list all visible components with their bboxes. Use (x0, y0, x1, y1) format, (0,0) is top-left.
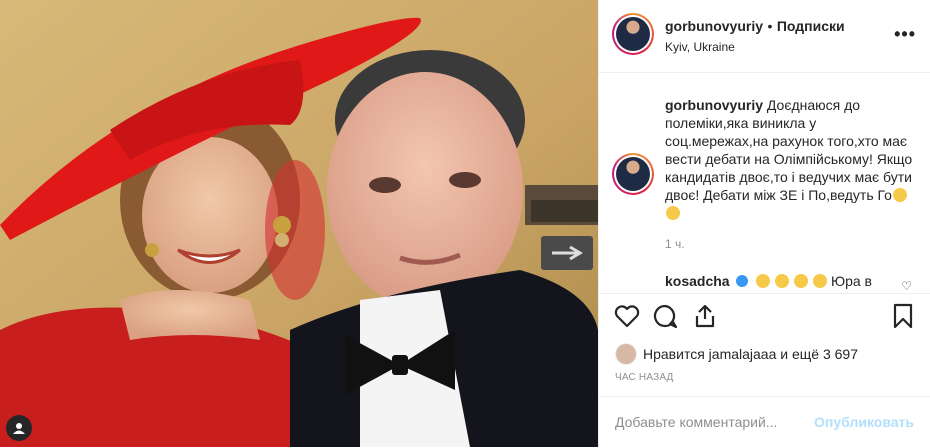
post-location[interactable]: Kyiv, Ukraine (665, 40, 845, 54)
comment-input[interactable]: Добавьте комментарий... (615, 414, 777, 430)
author-avatar[interactable] (612, 13, 654, 55)
smile-emoji-icon (892, 188, 907, 202)
more-options-icon[interactable]: ••• (894, 24, 916, 45)
post-photo[interactable] (0, 0, 598, 447)
author-username[interactable]: gorbunovyuriy (665, 18, 763, 34)
comment-icon[interactable] (651, 302, 679, 330)
likes-text[interactable]: Нравится jamalajaaa и ещё 3 697 (643, 346, 858, 362)
post-sidebar: gorbunovyuriy • Подписки Kyiv, Ukraine •… (598, 0, 930, 447)
laughing-emoji-icon (756, 274, 771, 288)
laughing-emoji-icon (794, 274, 809, 288)
post-header: gorbunovyuriy • Подписки Kyiv, Ukraine •… (599, 0, 930, 73)
laughing-emoji-icon (775, 274, 790, 288)
comment-like-icon[interactable]: ♡ (901, 279, 912, 293)
add-comment-bar: Добавьте комментарий... Опубликовать (599, 396, 930, 448)
action-bar (599, 293, 930, 344)
caption-username[interactable]: gorbunovyuriy (665, 97, 763, 113)
save-bookmark-icon[interactable] (889, 302, 917, 330)
comment-text: Юра в (830, 273, 872, 289)
post-timestamp[interactable]: ЧАС НАЗАД (615, 372, 674, 383)
caption-avatar[interactable] (612, 153, 654, 195)
liker-avatar[interactable] (615, 343, 637, 365)
following-button[interactable]: Подписки (777, 18, 845, 34)
smile-emoji-icon (666, 206, 680, 220)
post-image (0, 0, 598, 447)
verified-badge-icon (736, 275, 749, 287)
comments-section: gorbunovyuriy Доєднаюся до полеміки,яка … (599, 73, 930, 293)
share-icon[interactable] (691, 302, 719, 330)
tagged-users-icon[interactable] (6, 415, 32, 441)
separator-dot: • (767, 18, 773, 34)
publish-button[interactable]: Опубликовать (814, 414, 914, 430)
like-icon[interactable] (613, 302, 641, 330)
comment-item: kosadcha Юра в (665, 273, 872, 289)
likes-summary[interactable]: Нравится jamalajaaa и ещё 3 697 (615, 343, 858, 365)
laughing-emoji-icon (813, 274, 828, 288)
caption-text: gorbunovyuriy Доєднаюся до полеміки,яка … (665, 96, 915, 222)
comment-username[interactable]: kosadcha (665, 273, 730, 289)
caption-time[interactable]: 1 ч. (665, 237, 685, 251)
